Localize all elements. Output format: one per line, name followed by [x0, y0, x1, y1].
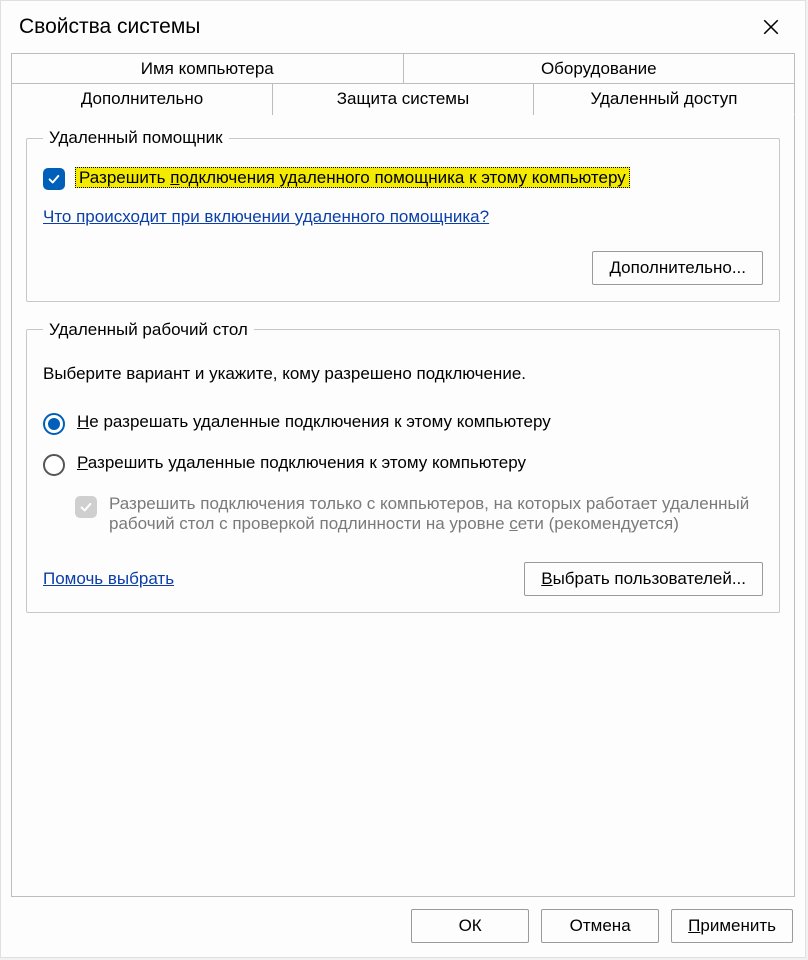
remote-desktop-instruction: Выберите вариант и укажите, кому разреше… — [43, 364, 763, 384]
tab-system-protection[interactable]: Защита системы — [273, 83, 534, 115]
check-icon — [47, 172, 61, 186]
tab-label: Защита системы — [337, 89, 469, 108]
close-icon — [762, 18, 780, 36]
allow-remote-assistance-label-wrap: Разрешить подключения удаленного помощни… — [75, 166, 763, 191]
allow-remote-assistance-checkbox[interactable] — [43, 168, 65, 190]
tab-label: Имя компьютера — [141, 59, 274, 78]
radio-allow[interactable] — [43, 454, 65, 476]
radio-deny[interactable] — [43, 413, 65, 435]
allow-remote-assistance-label: Разрешить подключения удаленного помощни… — [75, 167, 630, 188]
tab-label: Дополнительно — [81, 89, 203, 108]
remote-assistance-group: Удаленный помощник Разрешить подключения… — [26, 128, 780, 302]
remote-assistance-help-link[interactable]: Что происходит при включении удаленного … — [43, 207, 489, 227]
tab-label: Оборудование — [541, 59, 657, 78]
remote-desktop-bottom-row: Помочь выбрать Выбрать пользователей... — [43, 562, 763, 596]
tabs-row-2: Дополнительно Защита системы Удаленный д… — [11, 83, 795, 115]
check-icon — [79, 500, 93, 514]
allow-remote-assistance-row: Разрешить подключения удаленного помощни… — [43, 166, 763, 191]
titlebar: Свойства системы — [1, 1, 805, 53]
window-title: Свойства системы — [19, 15, 200, 39]
cancel-button[interactable]: Отмена — [541, 909, 659, 943]
tab-computer-name[interactable]: Имя компьютера — [11, 53, 404, 84]
tabs-row-1: Имя компьютера Оборудование — [11, 53, 795, 84]
nla-row: Разрешить подключения только с компьютер… — [75, 494, 763, 534]
remote-desktop-group: Удаленный рабочий стол Выберите вариант … — [26, 320, 780, 613]
radio-allow-row: Разрешить удаленные подключения к этому … — [43, 453, 763, 476]
dialog-buttons: ОК Отмена Применить — [1, 897, 805, 957]
tab-advanced[interactable]: Дополнительно — [11, 83, 273, 115]
close-button[interactable] — [751, 11, 791, 43]
nla-label: Разрешить подключения только с компьютер… — [109, 494, 763, 534]
radio-deny-label: Не разрешать удаленные подключения к это… — [77, 412, 551, 432]
tab-label: Удаленный доступ — [591, 89, 738, 108]
remote-assistance-btn-row: Дополнительно... — [43, 251, 763, 285]
radio-allow-label: Разрешить удаленные подключения к этому … — [77, 453, 526, 473]
remote-assistance-advanced-button[interactable]: Дополнительно... — [592, 251, 763, 285]
tab-remote[interactable]: Удаленный доступ — [534, 83, 795, 115]
radio-deny-row: Не разрешать удаленные подключения к это… — [43, 412, 763, 435]
select-users-button[interactable]: Выбрать пользователей... — [524, 562, 763, 596]
content-area: Имя компьютера Оборудование Дополнительн… — [1, 53, 805, 897]
system-properties-window: Свойства системы Имя компьютера Оборудов… — [0, 0, 806, 958]
remote-desktop-legend: Удаленный рабочий стол — [43, 320, 254, 340]
tab-hardware[interactable]: Оборудование — [404, 53, 796, 84]
tab-panel-remote: Удаленный помощник Разрешить подключения… — [11, 114, 795, 897]
help-choose-link[interactable]: Помочь выбрать — [43, 569, 174, 589]
ok-button[interactable]: ОК — [411, 909, 529, 943]
remote-assistance-legend: Удаленный помощник — [43, 128, 229, 148]
nla-checkbox — [75, 496, 97, 518]
apply-button[interactable]: Применить — [671, 909, 793, 943]
